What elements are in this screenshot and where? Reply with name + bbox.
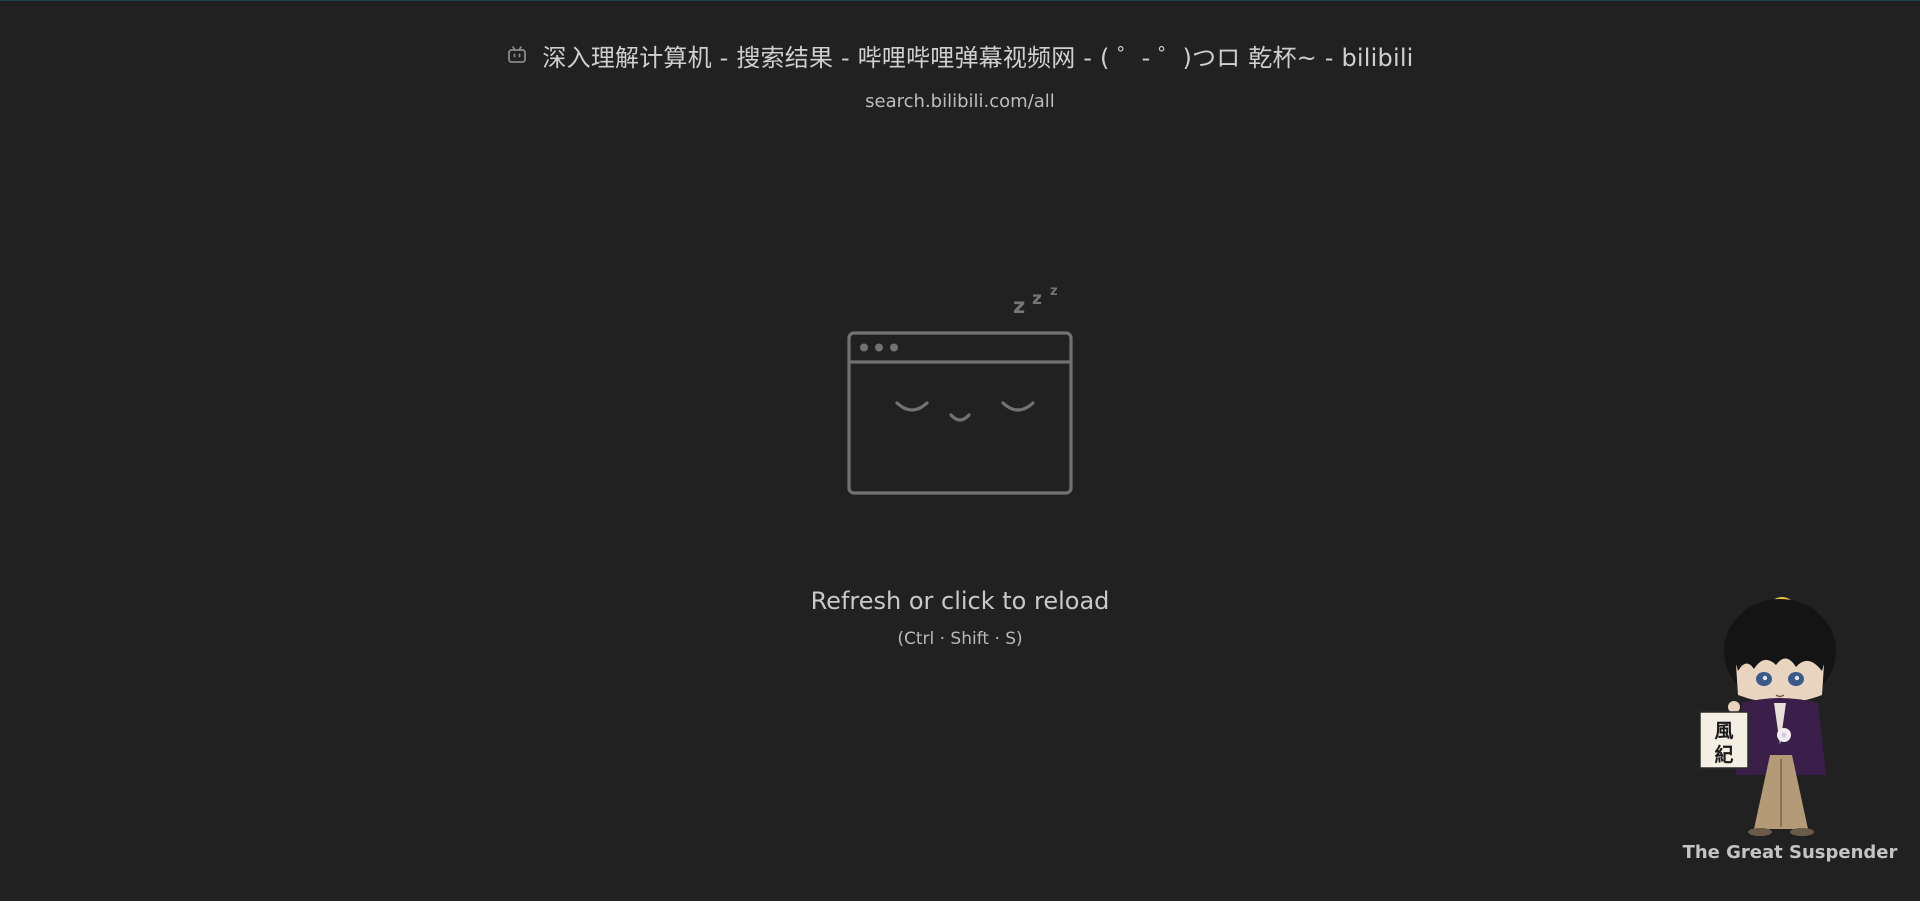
title-row[interactable]: 深入理解计算机 - 搜索结果 - 哔哩哔哩弹幕视频网 - ( ゜- ゜)つロ 乾…: [0, 37, 1920, 73]
page-title[interactable]: 深入理解计算机 - 搜索结果 - 哔哩哔哩弹幕视频网 - ( ゜- ゜)つロ 乾…: [542, 38, 1413, 73]
svg-text:z: z: [1032, 289, 1042, 309]
extension-name: The Great Suspender: [1682, 842, 1898, 863]
window-frame: [847, 331, 1073, 495]
svg-text:z: z: [1050, 284, 1058, 299]
svg-text:風: 風: [1714, 720, 1733, 742]
sleep-z-icon: z z z: [1013, 284, 1058, 318]
suspended-tab-page[interactable]: 深入理解计算机 - 搜索结果 - 哔哩哔哩弹幕视频网 - ( ゜- ゜)つロ 乾…: [0, 0, 1920, 901]
closed-right-eye: [1001, 401, 1035, 412]
shortcut-hint: (Ctrl · Shift · S): [897, 629, 1023, 649]
bilibili-tv-icon: [508, 46, 527, 63]
reload-text[interactable]: Refresh or click to reload: [0, 587, 1920, 615]
sleeping-mouth: [949, 413, 971, 422]
svg-text:z: z: [1013, 294, 1025, 318]
sleeping-browser-window-icon[interactable]: z z z: [845, 281, 1085, 501]
window-dots: [860, 343, 898, 352]
suspender-mascot-icon: 風 紀: [1699, 597, 1836, 836]
page-url: search.bilibili.com/all: [865, 91, 1055, 112]
closed-left-eye: [895, 401, 929, 412]
svg-text:紀: 紀: [1714, 743, 1733, 766]
